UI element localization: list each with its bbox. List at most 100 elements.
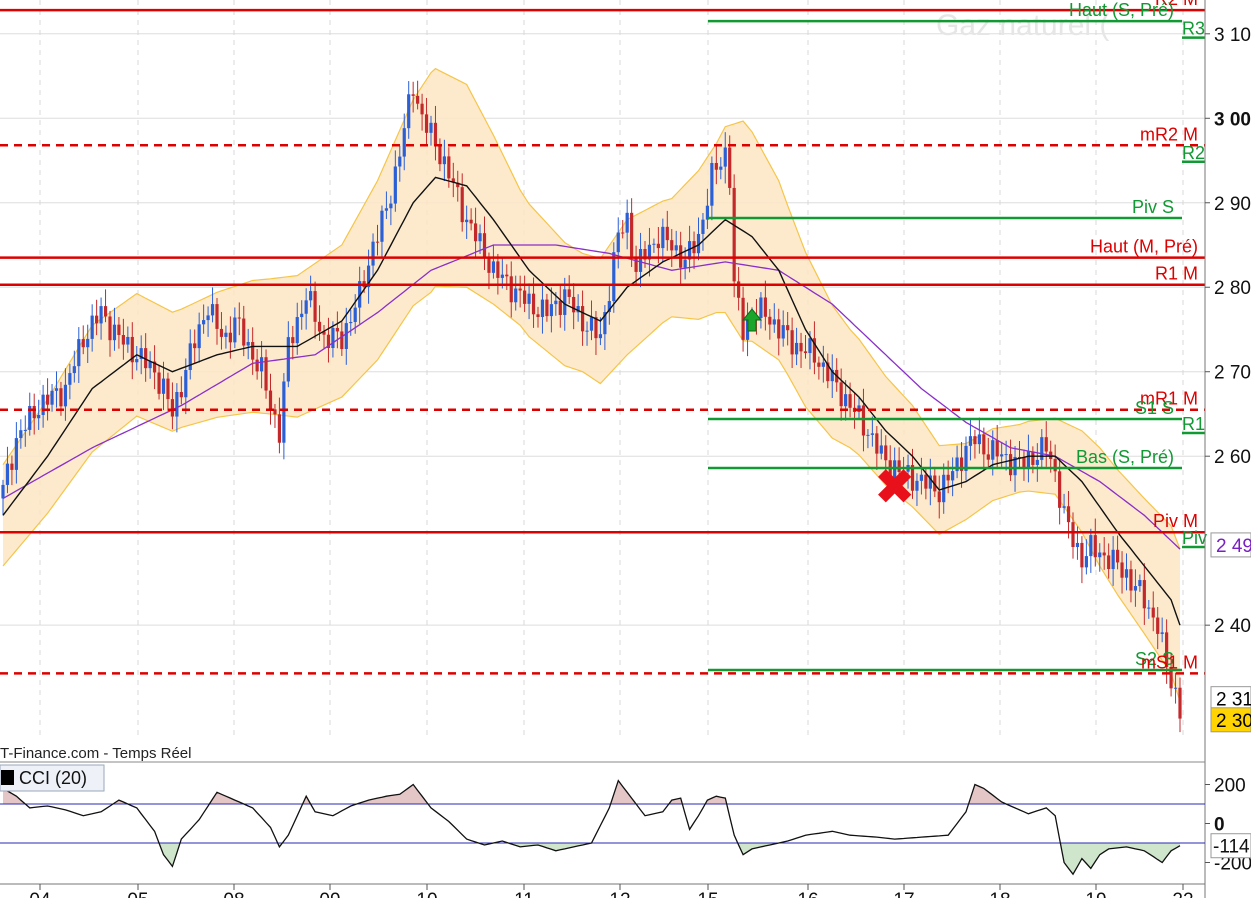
candle-body — [1142, 580, 1146, 609]
candle-body — [1, 484, 5, 499]
candle-body — [924, 474, 928, 489]
candle-body — [63, 384, 68, 407]
cci-overbought-fill — [3, 780, 1180, 804]
date-tick-label: 15 — [697, 890, 718, 898]
edge-tag-label: R3 — [1182, 19, 1205, 39]
date-tick-label: 17 — [893, 890, 914, 898]
candle-body — [1075, 542, 1080, 548]
candle-body — [259, 357, 264, 372]
candle-body — [1147, 607, 1151, 609]
candle-body — [1022, 457, 1026, 468]
candle-body — [683, 259, 687, 268]
price-tick-label: 2 80 — [1214, 278, 1251, 299]
candle-body — [304, 300, 308, 314]
candle-body — [710, 162, 714, 206]
chart-svg: Gaz naturel (R2 MHaut (S, Pré)mR2 MPiv S… — [0, 0, 1251, 903]
candle-body — [317, 321, 322, 332]
price-tick-label: 3 10 — [1214, 25, 1251, 46]
candle-body — [313, 291, 317, 322]
candle-body — [701, 219, 705, 234]
candle-body — [763, 297, 767, 317]
level-label: Haut (M, Pré) — [1090, 237, 1198, 257]
candle-body — [41, 394, 45, 415]
candle-body — [331, 327, 335, 349]
candle-body — [1089, 535, 1093, 557]
candle-body — [442, 156, 446, 165]
candle-body — [1080, 542, 1084, 568]
candle-body — [90, 315, 94, 339]
candle-body — [866, 434, 870, 436]
date-tick-label: 19 — [1085, 890, 1106, 898]
candle-body — [915, 480, 919, 491]
candle-body — [1178, 687, 1182, 719]
date-tick-label: 16 — [797, 890, 818, 898]
chart: Gaz naturel (R2 MHaut (S, Pré)mR2 MPiv S… — [0, 0, 1251, 903]
candle-body — [598, 334, 603, 339]
candle-body — [803, 351, 808, 354]
candle-body — [45, 394, 50, 405]
candle-body — [1066, 506, 1071, 523]
candle-body — [937, 491, 941, 503]
candle-body — [206, 315, 210, 321]
candle-body — [487, 258, 491, 273]
candle-body — [1111, 549, 1115, 570]
price-tick-label: 3 00 — [1214, 109, 1251, 130]
candle-body — [433, 122, 438, 145]
candle-body — [50, 390, 54, 405]
candle-body — [884, 445, 888, 461]
candle-body — [514, 288, 518, 303]
candle-body — [291, 337, 295, 344]
candle-body — [19, 430, 23, 439]
candle-body — [794, 342, 799, 355]
candle-body — [1102, 552, 1106, 556]
date-tick-label: 05 — [127, 890, 148, 898]
candle-body — [1138, 580, 1142, 587]
candle-body — [224, 332, 228, 337]
candle-body — [509, 276, 513, 303]
candle-body — [242, 318, 246, 346]
candle-body — [184, 370, 188, 398]
date-tick-label: 08 — [223, 890, 244, 898]
candle-body — [919, 474, 924, 481]
price-value-flag-label: 2 30 — [1216, 711, 1251, 732]
candle-body — [523, 290, 527, 304]
candle-body — [540, 299, 545, 318]
candle-body — [429, 122, 433, 133]
candle-body — [175, 392, 179, 417]
cci-tick-label: 0 — [1214, 815, 1225, 836]
candle-body — [977, 434, 981, 445]
candle-body — [99, 306, 103, 324]
candle-body — [219, 328, 224, 337]
candle-body — [759, 297, 763, 318]
candle-body — [135, 358, 139, 363]
date-tick-label: 10 — [416, 890, 437, 898]
candle-body — [723, 147, 727, 167]
price-tick-label: 2 60 — [1214, 447, 1251, 468]
candle-body — [1173, 687, 1178, 689]
candle-body — [732, 187, 736, 282]
candle-body — [95, 315, 99, 324]
candle-body — [594, 317, 598, 339]
candle-body — [157, 372, 161, 394]
candle-body — [772, 319, 776, 325]
candle-body — [23, 429, 27, 431]
candle-body — [986, 454, 990, 460]
candle-body — [210, 304, 215, 316]
candle-body — [861, 405, 866, 436]
candle-body — [496, 261, 500, 278]
candle-body — [656, 243, 660, 249]
candle-body — [193, 343, 197, 349]
candle-body — [1151, 607, 1155, 618]
candle-body — [1053, 459, 1057, 472]
candle-body — [951, 471, 955, 481]
candle-body — [371, 241, 375, 266]
candle-body — [839, 382, 843, 407]
date-tick-label: 04 — [29, 890, 51, 898]
candle-body — [300, 313, 304, 318]
price-tick-label: 2 40 — [1214, 616, 1251, 637]
candle-body — [616, 232, 620, 253]
cci-legend-label: CCI (20) — [19, 768, 87, 788]
candle-body — [10, 463, 14, 470]
candle-body — [549, 304, 553, 317]
candle-body — [1008, 454, 1013, 476]
